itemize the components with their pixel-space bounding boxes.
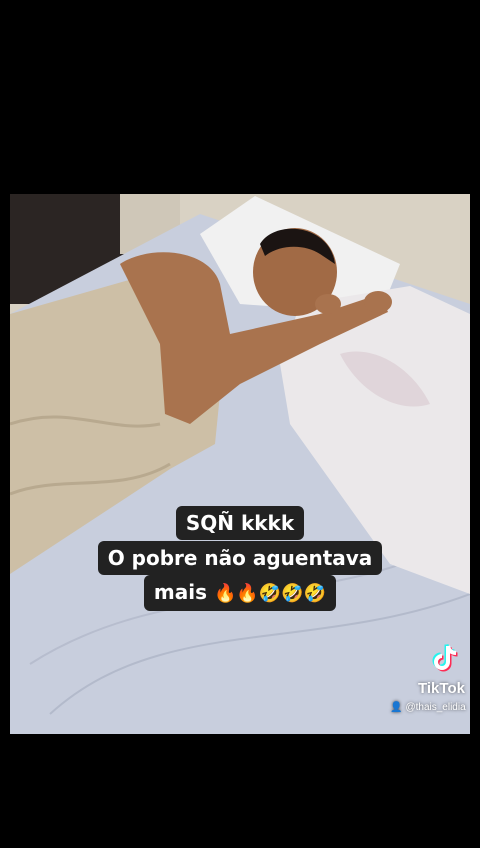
tiktok-brand: TikTok <box>418 680 465 697</box>
person-icon: 👤 <box>390 702 403 713</box>
caption-line-3: mais 🔥🔥🤣🤣🤣 <box>143 575 337 611</box>
caption-line-2: O pobre não aguentava <box>97 541 383 575</box>
caption-line-2-wrap: O pobre não aguentava <box>0 541 480 575</box>
caption-emojis: 🔥🔥🤣🤣🤣 <box>214 583 327 604</box>
photo-illustration <box>10 194 470 734</box>
caption-line-1: SQÑ kkkk <box>175 506 305 540</box>
caption-line-1-wrap: SQÑ kkkk <box>0 506 480 540</box>
photo <box>10 194 470 734</box>
tiktok-username: @thais_elidia <box>405 702 466 713</box>
caption-line-3-wrap: mais 🔥🔥🤣🤣🤣 <box>0 575 480 611</box>
tiktok-note-icon <box>432 643 458 672</box>
caption-line-3-text: mais <box>153 580 208 604</box>
tiktok-username-row: 👤 @thais_elidia <box>390 702 466 713</box>
